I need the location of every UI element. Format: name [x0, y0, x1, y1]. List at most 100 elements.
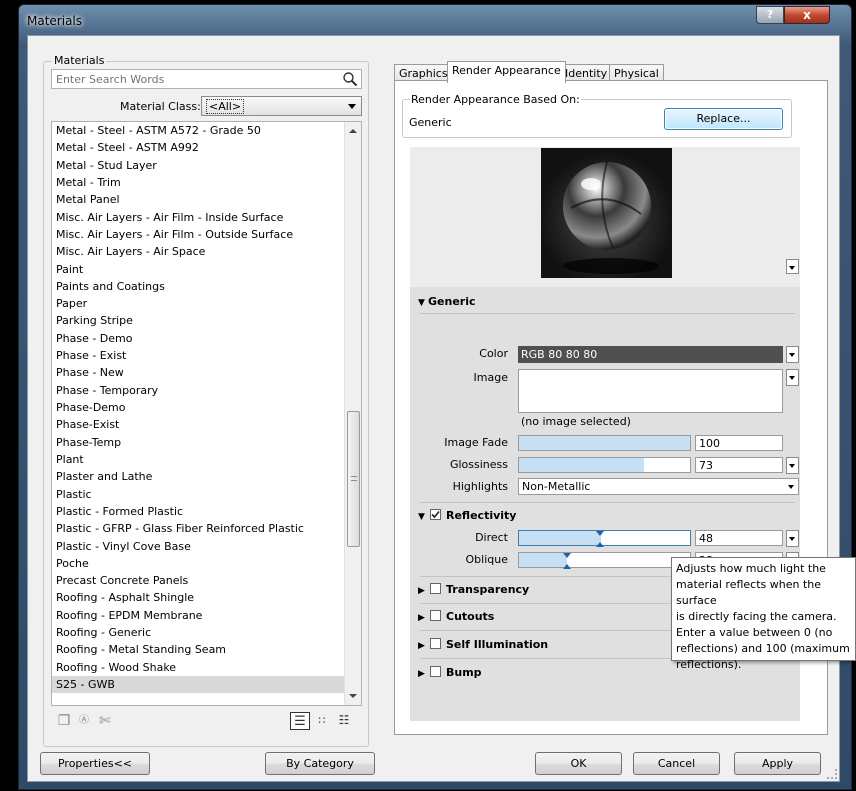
delete-material-icon[interactable]: ✄: [96, 712, 114, 730]
cutouts-section-header[interactable]: ▶ Cutouts: [418, 610, 494, 623]
list-view-icon[interactable]: ☰: [290, 712, 310, 730]
rename-material-icon[interactable]: Ⓐ: [75, 712, 93, 730]
search-input[interactable]: [52, 70, 332, 88]
apply-button[interactable]: Apply: [734, 752, 821, 775]
self-illumination-section-header[interactable]: ▶ Self Illumination: [418, 638, 548, 651]
dialog-client: Materials Material Class: <All> Metal - …: [27, 35, 856, 782]
tooltip-line: Enter a value between 0 (no: [676, 626, 833, 639]
list-item[interactable]: Metal - Steel - ASTM A572 - Grade 50: [52, 122, 361, 139]
reflectivity-section-label: Reflectivity: [446, 509, 517, 522]
list-item[interactable]: Paper: [52, 295, 361, 312]
list-item[interactable]: Phase-Demo: [52, 399, 361, 416]
scroll-thumb[interactable]: [347, 411, 360, 547]
list-item[interactable]: Roofing - Wood Shake: [52, 659, 361, 676]
list-item[interactable]: S25 - GWB: [52, 676, 361, 694]
list-item[interactable]: Phase-Exist: [52, 416, 361, 433]
image-fade-input[interactable]: 100: [695, 435, 783, 451]
list-item[interactable]: Plaster and Lathe: [52, 468, 361, 485]
tooltip-line: reflections) and 100 (maximum: [676, 642, 850, 655]
bump-checkbox[interactable]: [430, 666, 441, 677]
list-item[interactable]: Paint: [52, 261, 361, 278]
list-item[interactable]: Plastic - Vinyl Cove Base: [52, 538, 361, 555]
material-class-value: <All>: [206, 99, 245, 114]
list-item[interactable]: Metal - Stud Layer: [52, 157, 361, 174]
list-item[interactable]: Roofing - EPDM Membrane: [52, 607, 361, 624]
list-item[interactable]: Parking Stripe: [52, 312, 361, 329]
close-button[interactable]: x: [784, 6, 830, 24]
list-item[interactable]: Phase - Demo: [52, 330, 361, 347]
cutouts-checkbox[interactable]: [430, 610, 441, 621]
tooltip-line: Adjusts how much light the: [676, 562, 826, 575]
color-swatch[interactable]: RGB 80 80 80: [518, 346, 783, 363]
direct-dropdown[interactable]: [786, 530, 799, 547]
materials-list[interactable]: Metal - Steel - ASTM A572 - Grade 50 Meta…: [51, 121, 362, 706]
list-item[interactable]: Phase - New: [52, 364, 361, 381]
search-icon[interactable]: [342, 71, 358, 87]
oblique-slider[interactable]: [518, 552, 691, 569]
list-scrollbar[interactable]: [344, 122, 361, 705]
large-icons-view-icon[interactable]: ☷: [334, 712, 354, 730]
scroll-up-icon[interactable]: [349, 129, 357, 133]
generic-section-header[interactable]: ▼ Generic: [418, 295, 476, 308]
help-button[interactable]: ?: [756, 6, 784, 24]
list-item[interactable]: Roofing - Generic: [52, 624, 361, 641]
list-item[interactable]: Plastic - Formed Plastic: [52, 503, 361, 520]
by-category-button[interactable]: By Category: [265, 752, 375, 775]
slider-thumb-icon[interactable]: [563, 553, 571, 569]
ok-button[interactable]: OK: [535, 752, 622, 775]
list-item[interactable]: Plastic: [52, 486, 361, 503]
list-item[interactable]: Metal - Steel - ASTM A992: [52, 139, 361, 156]
transparency-checkbox[interactable]: [430, 583, 441, 594]
direct-slider[interactable]: [518, 530, 691, 547]
small-icons-view-icon[interactable]: ∷: [312, 712, 332, 730]
color-dropdown[interactable]: [786, 346, 799, 363]
list-item[interactable]: Plastic - GFRP - Glass Fiber Reinforced …: [52, 520, 361, 537]
tab-render-appearance[interactable]: Render Appearance: [447, 61, 566, 83]
glossiness-dropdown[interactable]: [786, 457, 799, 474]
list-item[interactable]: Metal - Trim: [52, 174, 361, 191]
list-item[interactable]: Misc. Air Layers - Air Space: [52, 243, 361, 260]
search-box[interactable]: [51, 69, 362, 89]
list-item[interactable]: Misc. Air Layers - Air Film - Outside Su…: [52, 226, 361, 243]
duplicate-material-icon[interactable]: ❐: [55, 712, 73, 730]
title-bar[interactable]: Materials ? x: [19, 5, 851, 35]
image-slot[interactable]: [518, 369, 783, 413]
properties-toggle-button[interactable]: Properties<<: [40, 752, 150, 775]
chrome-sphere-icon: [563, 161, 659, 274]
image-fade-slider[interactable]: [518, 435, 691, 451]
list-item[interactable]: Roofing - Asphalt Shingle: [52, 589, 361, 606]
slider-fill: [519, 458, 644, 472]
list-item[interactable]: Paints and Coatings: [52, 278, 361, 295]
transparency-section-header[interactable]: ▶ Transparency: [418, 583, 529, 596]
list-item[interactable]: Phase - Exist: [52, 347, 361, 364]
slider-thumb-icon[interactable]: [596, 531, 604, 547]
list-item[interactable]: Poche: [52, 555, 361, 572]
list-item[interactable]: Plant: [52, 451, 361, 468]
scroll-down-icon[interactable]: [349, 694, 357, 698]
image-label: Image: [473, 371, 508, 384]
slider-fill: [519, 531, 602, 545]
direct-input[interactable]: 48: [695, 530, 783, 546]
list-item[interactable]: Phase-Temp: [52, 434, 361, 451]
preview-options-dropdown[interactable]: [786, 259, 799, 274]
glossiness-input[interactable]: 73: [695, 457, 783, 473]
list-item[interactable]: Misc. Air Layers - Air Film - Inside Sur…: [52, 209, 361, 226]
resize-grip-icon[interactable]: [827, 769, 837, 779]
window-title: Materials: [27, 14, 83, 28]
glossiness-slider[interactable]: [518, 457, 691, 473]
collapsed-triangle-icon: ▶: [418, 641, 425, 651]
bump-section-header[interactable]: ▶ Bump: [418, 666, 482, 679]
replace-button[interactable]: Replace...: [664, 108, 783, 130]
list-item[interactable]: Roofing - Metal Standing Seam: [52, 641, 361, 658]
material-class-select[interactable]: <All>: [201, 96, 362, 116]
image-dropdown[interactable]: [786, 369, 799, 386]
list-item[interactable]: Precast Concrete Panels: [52, 572, 361, 589]
highlights-select[interactable]: Non-Metallic: [518, 478, 799, 495]
list-item[interactable]: Phase - Temporary: [52, 382, 361, 399]
color-label: Color: [479, 347, 508, 360]
reflectivity-section-header[interactable]: ▼ Reflectivity: [418, 509, 516, 522]
reflectivity-checkbox[interactable]: [430, 509, 441, 520]
self-illumination-checkbox[interactable]: [430, 638, 441, 649]
cancel-button[interactable]: Cancel: [633, 752, 720, 775]
list-item[interactable]: Metal Panel: [52, 191, 361, 208]
